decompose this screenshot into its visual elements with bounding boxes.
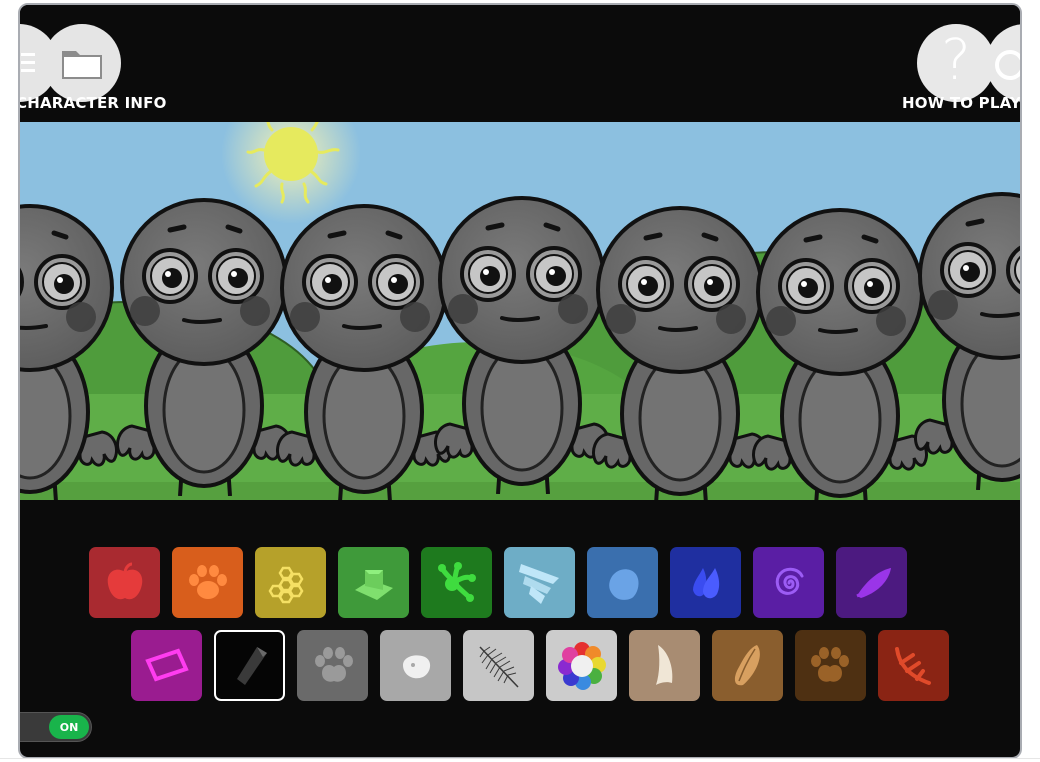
- trait-rainbow-flower-tile[interactable]: [546, 630, 617, 701]
- trait-hat-tile[interactable]: [338, 547, 409, 618]
- how-to-play-label: HOW TO PLAY: [902, 94, 1022, 112]
- black-crystal-icon: [236, 646, 267, 685]
- trait-white-blob-tile[interactable]: [380, 630, 451, 701]
- timer-icon: [995, 50, 1020, 80]
- frog-hand-icon: [437, 561, 476, 602]
- feather-icon: [855, 567, 891, 598]
- hat-icon: [354, 569, 393, 600]
- top-bar: CHARACTER INFO ? HOW TO PLAY: [20, 5, 1020, 122]
- question-icon: ?: [941, 28, 971, 93]
- trait-drops-tile[interactable]: [670, 547, 741, 618]
- character-info-button[interactable]: [43, 24, 121, 102]
- trait-crystal-slab-tile[interactable]: [131, 630, 202, 701]
- trait-apple-tile[interactable]: [89, 547, 160, 618]
- fern-icon: [478, 645, 519, 688]
- toggle-switch[interactable]: ON: [20, 712, 92, 742]
- spiral-icon: [775, 567, 803, 595]
- character-info-label: CHARACTER INFO: [18, 94, 167, 112]
- game-frame: CHARACTER INFO ? HOW TO PLAY ON: [18, 3, 1022, 759]
- trait-blob-tile[interactable]: [587, 547, 658, 618]
- trait-frog-hand-tile[interactable]: [421, 547, 492, 618]
- white-blob-icon: [402, 654, 430, 678]
- trait-paw-tile[interactable]: [172, 547, 243, 618]
- trait-palette: [20, 500, 1020, 757]
- apple-icon: [107, 562, 142, 599]
- folder-icon: [62, 51, 102, 79]
- drops-icon: [692, 567, 719, 598]
- trait-black-crystal-tile[interactable]: [214, 630, 285, 701]
- seed-icon: [734, 644, 760, 685]
- scene-illustration: [20, 122, 1020, 500]
- horn-icon: [655, 644, 672, 685]
- trait-horn-tile[interactable]: [629, 630, 700, 701]
- antler-icon: [894, 646, 931, 685]
- trait-seed-tile[interactable]: [712, 630, 783, 701]
- rainbow-flower-icon: [557, 641, 606, 690]
- honeycomb-icon: [268, 566, 303, 603]
- trait-feather-tile[interactable]: [836, 547, 907, 618]
- trait-striped-tail-tile[interactable]: [504, 547, 575, 618]
- character-scene: [20, 122, 1020, 500]
- toggle-on-label: ON: [49, 715, 89, 739]
- striped-tail-icon: [518, 563, 559, 604]
- trait-fern-tile[interactable]: [463, 630, 534, 701]
- crystal-slab-icon: [144, 648, 189, 681]
- gray-paw-icon: [314, 646, 353, 682]
- timer-button[interactable]: [986, 24, 1020, 102]
- trait-brown-paw-tile[interactable]: [795, 630, 866, 701]
- trait-gray-paw-tile[interactable]: [297, 630, 368, 701]
- trait-honeycomb-tile[interactable]: [255, 547, 326, 618]
- trait-antler-tile[interactable]: [878, 630, 949, 701]
- trait-spiral-tile[interactable]: [753, 547, 824, 618]
- paw-icon: [188, 564, 227, 599]
- how-to-play-button[interactable]: ?: [917, 24, 995, 102]
- blob-icon: [608, 568, 638, 600]
- page-bottom-divider: [0, 758, 1040, 759]
- brown-paw-icon: [810, 646, 849, 682]
